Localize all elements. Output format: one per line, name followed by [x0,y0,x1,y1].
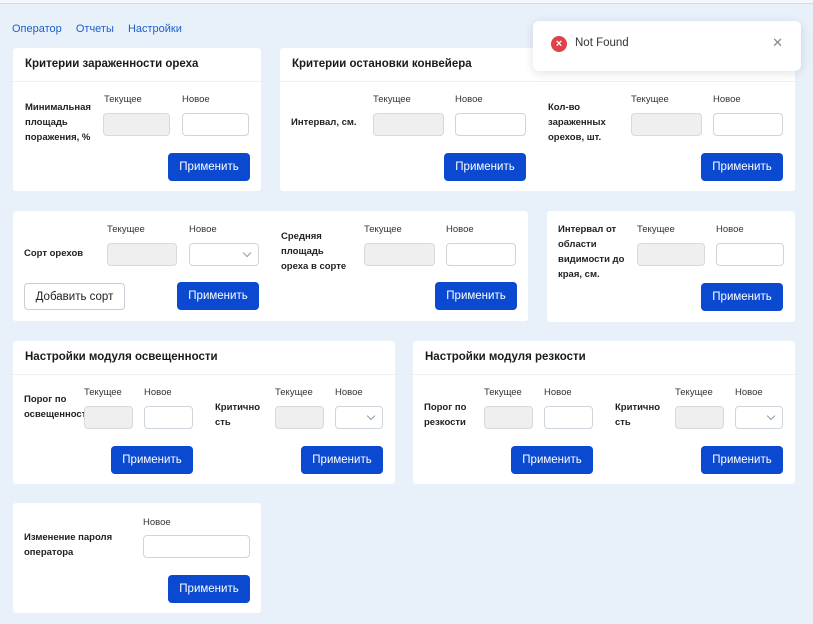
error-toast: × Not Found ✕ [533,21,801,71]
interval-current-field [373,113,444,136]
card-title: Настройки модуля освещенности [13,341,395,375]
sharp-critical-current-field [675,406,724,429]
apply-button[interactable]: Применить [168,153,250,181]
avg-area-new-input[interactable] [446,243,516,266]
card-title: Критерии зараженности ореха [13,48,261,82]
current-header: Текущее [373,94,411,105]
top-nav: Оператор Отчеты Настройки [12,23,193,35]
light-module-card: Настройки модуля освещенности Порог по о… [13,341,395,484]
current-header: Текущее [631,94,669,105]
interval-new-input[interactable] [455,113,526,136]
current-header: Текущее [104,94,142,105]
new-header: Новое [544,387,572,398]
light-critical-select[interactable] [335,406,383,429]
apply-light-threshold-button[interactable]: Применить [111,446,193,474]
close-icon[interactable]: ✕ [772,35,783,51]
current-header: Текущее [637,224,675,235]
add-sort-button[interactable]: Добавить сорт [24,283,125,310]
new-header: Новое [335,387,363,398]
new-header: Новое [189,224,217,235]
sharp-threshold-current-field [484,406,533,429]
light-critical-label: Критичность [215,402,260,428]
avg-area-label: Средняя площадь ореха в сорте [281,231,347,272]
min-area-current-field [103,113,170,136]
current-header: Текущее [484,387,522,398]
count-new-input[interactable] [713,113,783,136]
new-header: Новое [713,94,741,105]
apply-light-critical-button[interactable]: Применить [301,446,383,474]
apply-edge-button[interactable]: Применить [701,283,783,311]
top-bar [0,0,813,4]
nut-sort-card: Сорт орехов Текущее Новое Добавить сорт … [13,211,528,321]
new-header: Новое [716,224,744,235]
infected-count-label: Кол-во зараженных орехов, шт. [548,102,606,143]
new-header: Новое [144,387,172,398]
apply-password-button[interactable]: Применить [168,575,250,603]
nav-settings[interactable]: Настройки [128,23,182,35]
password-label: Изменение пароля оператора [24,532,113,558]
interval-label: Интервал, см. [291,117,357,128]
light-critical-current-field [275,406,324,429]
sharpness-module-card: Настройки модуля резкости Порог по резко… [413,341,795,484]
infection-criteria-card: Критерии зараженности ореха Минимальная … [13,48,261,191]
min-area-new-input[interactable] [182,113,249,136]
edge-interval-label: Интервал от области видимости до края, с… [558,224,625,280]
new-header: Новое [182,94,210,105]
nav-reports[interactable]: Отчеты [76,23,114,35]
light-threshold-label: Порог по освещенности [24,394,93,420]
password-new-input[interactable] [143,535,250,558]
nav-operator[interactable]: Оператор [12,23,62,35]
toast-message: Not Found [575,37,629,49]
count-current-field [631,113,702,136]
current-header: Текущее [675,387,713,398]
edge-new-input[interactable] [716,243,784,266]
edge-interval-card: Интервал от области видимости до края, с… [547,211,795,322]
apply-avg-area-button[interactable]: Применить [435,282,517,310]
card-title: Настройки модуля резкости [413,341,795,375]
sharp-threshold-new-input[interactable] [544,406,593,429]
sort-current-field [107,243,177,266]
error-x-icon: × [551,36,567,52]
current-header: Текущее [107,224,145,235]
password-card: Изменение пароля оператора Новое Примени… [13,503,261,613]
apply-sharp-threshold-button[interactable]: Применить [511,446,593,474]
sharp-critical-select[interactable] [735,406,783,429]
new-header: Новое [735,387,763,398]
sharp-critical-label: Критичность [615,402,660,428]
new-header: Новое [143,517,171,528]
current-header: Текущее [364,224,402,235]
apply-count-button[interactable]: Применить [701,153,783,181]
avg-area-current-field [364,243,435,266]
apply-interval-button[interactable]: Применить [444,153,526,181]
apply-sort-button[interactable]: Применить [177,282,259,310]
sharp-threshold-label: Порог по резкости [424,402,467,428]
light-threshold-current-field [84,406,133,429]
apply-sharp-critical-button[interactable]: Применить [701,446,783,474]
new-header: Новое [446,224,474,235]
edge-current-field [637,243,705,266]
sort-new-select[interactable] [189,243,259,266]
new-header: Новое [455,94,483,105]
current-header: Текущее [84,387,122,398]
min-area-label: Минимальная площадь поражения, % [25,102,91,143]
light-threshold-new-input[interactable] [144,406,193,429]
current-header: Текущее [275,387,313,398]
sort-label: Сорт орехов [24,248,84,259]
